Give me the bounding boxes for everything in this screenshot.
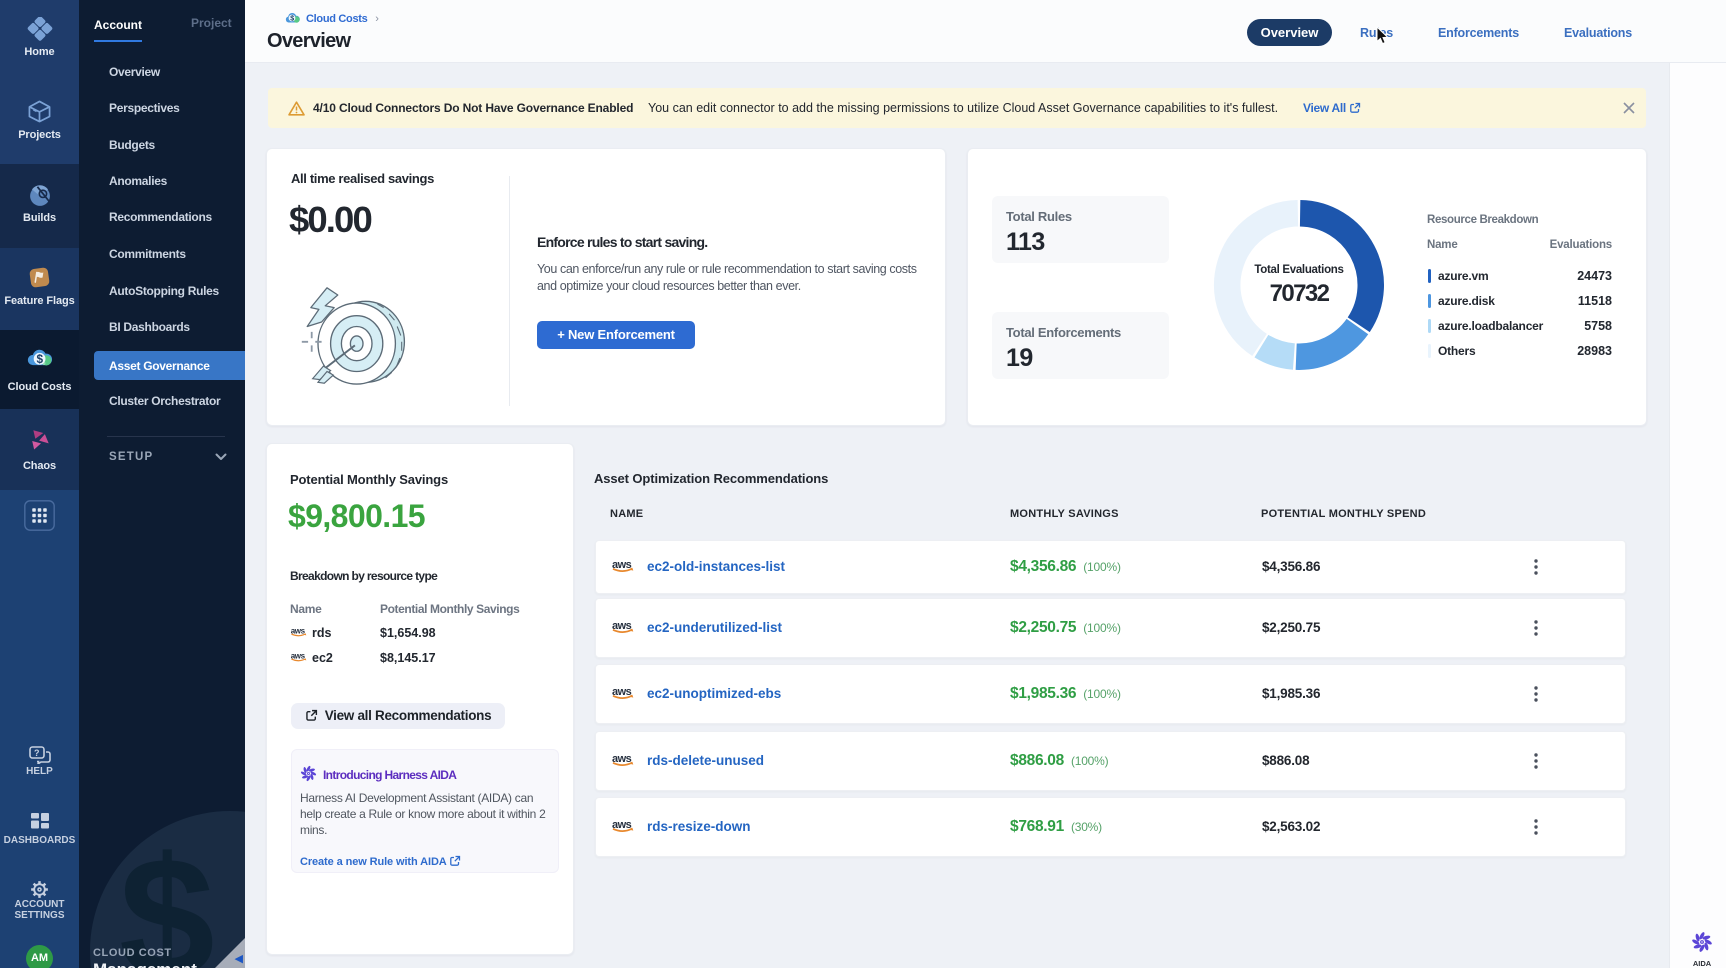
svg-text:$: $ [36, 353, 43, 366]
svg-text:$: $ [290, 16, 294, 23]
svg-text:?: ? [34, 748, 40, 758]
